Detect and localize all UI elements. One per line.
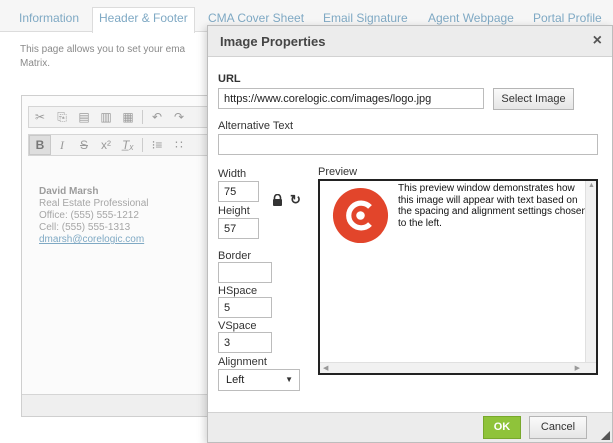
paste-word-icon[interactable]: ▦ — [117, 107, 139, 127]
dialog-footer: OK Cancel — [208, 412, 612, 442]
alt-text-input[interactable] — [218, 134, 598, 155]
signature-title: Real Estate Professional — [39, 198, 149, 209]
scroll-up-icon[interactable]: ▲ — [588, 182, 595, 189]
reset-size-icon[interactable]: ↻ — [290, 192, 301, 208]
vspace-label: VSpace — [218, 320, 257, 332]
border-label: Border — [218, 250, 252, 262]
vspace-input[interactable] — [218, 332, 272, 353]
height-input[interactable] — [218, 218, 259, 239]
dialog-titlebar[interactable]: Image Properties × — [208, 26, 612, 57]
alignment-label: Alignment — [218, 356, 267, 368]
alt-text-label: Alternative Text — [218, 120, 294, 132]
tab-header-footer[interactable]: Header & Footer — [92, 7, 195, 33]
intro-line-1: This page allows you to set your ema — [20, 44, 186, 55]
signature-name: David Marsh — [39, 186, 99, 197]
dialog-title: Image Properties — [220, 34, 326, 49]
signature-content: David Marsh Real Estate Professional Off… — [39, 186, 149, 246]
close-icon[interactable]: × — [593, 32, 602, 50]
width-label: Width — [218, 168, 247, 180]
height-label: Height — [218, 205, 250, 217]
toolbar-separator — [142, 138, 143, 152]
cancel-button[interactable]: Cancel — [529, 416, 587, 439]
editor-toolbar-row-1: ✂ ⎘ ▤ ▥ ▦ ↶ ↷ — [28, 106, 213, 128]
bulleted-list-icon[interactable]: ∷ — [168, 135, 190, 155]
italic-icon[interactable]: I — [51, 135, 73, 155]
border-input[interactable] — [218, 262, 272, 283]
signature-editor: ✂ ⎘ ▤ ▥ ▦ ↶ ↷ B I S x² T̲ₓ ⁝≡ ∷ David Ma… — [21, 95, 216, 417]
chevron-down-icon: ▼ — [285, 375, 293, 384]
redo-icon[interactable]: ↷ — [168, 107, 190, 127]
superscript-icon[interactable]: x² — [95, 135, 117, 155]
toolbar-separator — [142, 110, 143, 124]
undo-icon[interactable]: ↶ — [146, 107, 168, 127]
corelogic-logo — [332, 187, 389, 244]
preview-sample-text: This preview window demonstrates how thi… — [398, 183, 588, 229]
resize-handle[interactable] — [601, 431, 610, 440]
preview-vertical-scrollbar[interactable]: ▲ — [585, 181, 596, 373]
hspace-label: HSpace — [218, 285, 258, 297]
url-label: URL — [218, 73, 241, 85]
scroll-right-icon[interactable]: ▶ — [575, 364, 580, 372]
paste-text-icon[interactable]: ▥ — [95, 107, 117, 127]
editor-footer — [22, 394, 215, 416]
signature-email-link[interactable]: dmarsh@corelogic.com — [39, 234, 149, 246]
tab-information[interactable]: Information — [12, 7, 86, 32]
intro-text: This page allows you to set your ema Mat… — [20, 43, 210, 71]
alignment-selected-value: Left — [226, 374, 245, 386]
select-image-button[interactable]: Select Image — [493, 88, 574, 110]
alignment-select[interactable]: Left ▼ — [218, 369, 300, 391]
intro-line-2: Matrix. — [20, 58, 50, 69]
strikethrough-icon[interactable]: S — [73, 135, 95, 155]
hspace-input[interactable] — [218, 297, 272, 318]
copy-icon[interactable]: ⎘ — [51, 107, 73, 127]
bold-icon[interactable]: B — [29, 135, 51, 155]
signature-office: Office: (555) 555-1212 — [39, 210, 139, 221]
cut-icon[interactable]: ✂ — [29, 107, 51, 127]
numbered-list-icon[interactable]: ⁝≡ — [146, 135, 168, 155]
preview-label: Preview — [318, 166, 358, 178]
image-properties-dialog: Image Properties × URL Select Image Alte… — [207, 25, 613, 443]
remove-format-icon[interactable]: T̲ₓ — [117, 135, 139, 155]
scroll-left-icon[interactable]: ◀ — [323, 364, 328, 372]
lock-icon[interactable] — [272, 194, 283, 206]
paste-icon[interactable]: ▤ — [73, 107, 95, 127]
preview-horizontal-scrollbar[interactable]: ◀ ▶ — [320, 362, 596, 373]
width-input[interactable] — [218, 181, 259, 202]
ok-button[interactable]: OK — [483, 416, 521, 439]
signature-cell: Cell: (555) 555-1313 — [39, 222, 131, 233]
preview-window: This preview window demonstrates how thi… — [318, 179, 598, 375]
editor-toolbar-row-2: B I S x² T̲ₓ ⁝≡ ∷ — [28, 134, 213, 156]
url-input[interactable] — [218, 88, 484, 109]
